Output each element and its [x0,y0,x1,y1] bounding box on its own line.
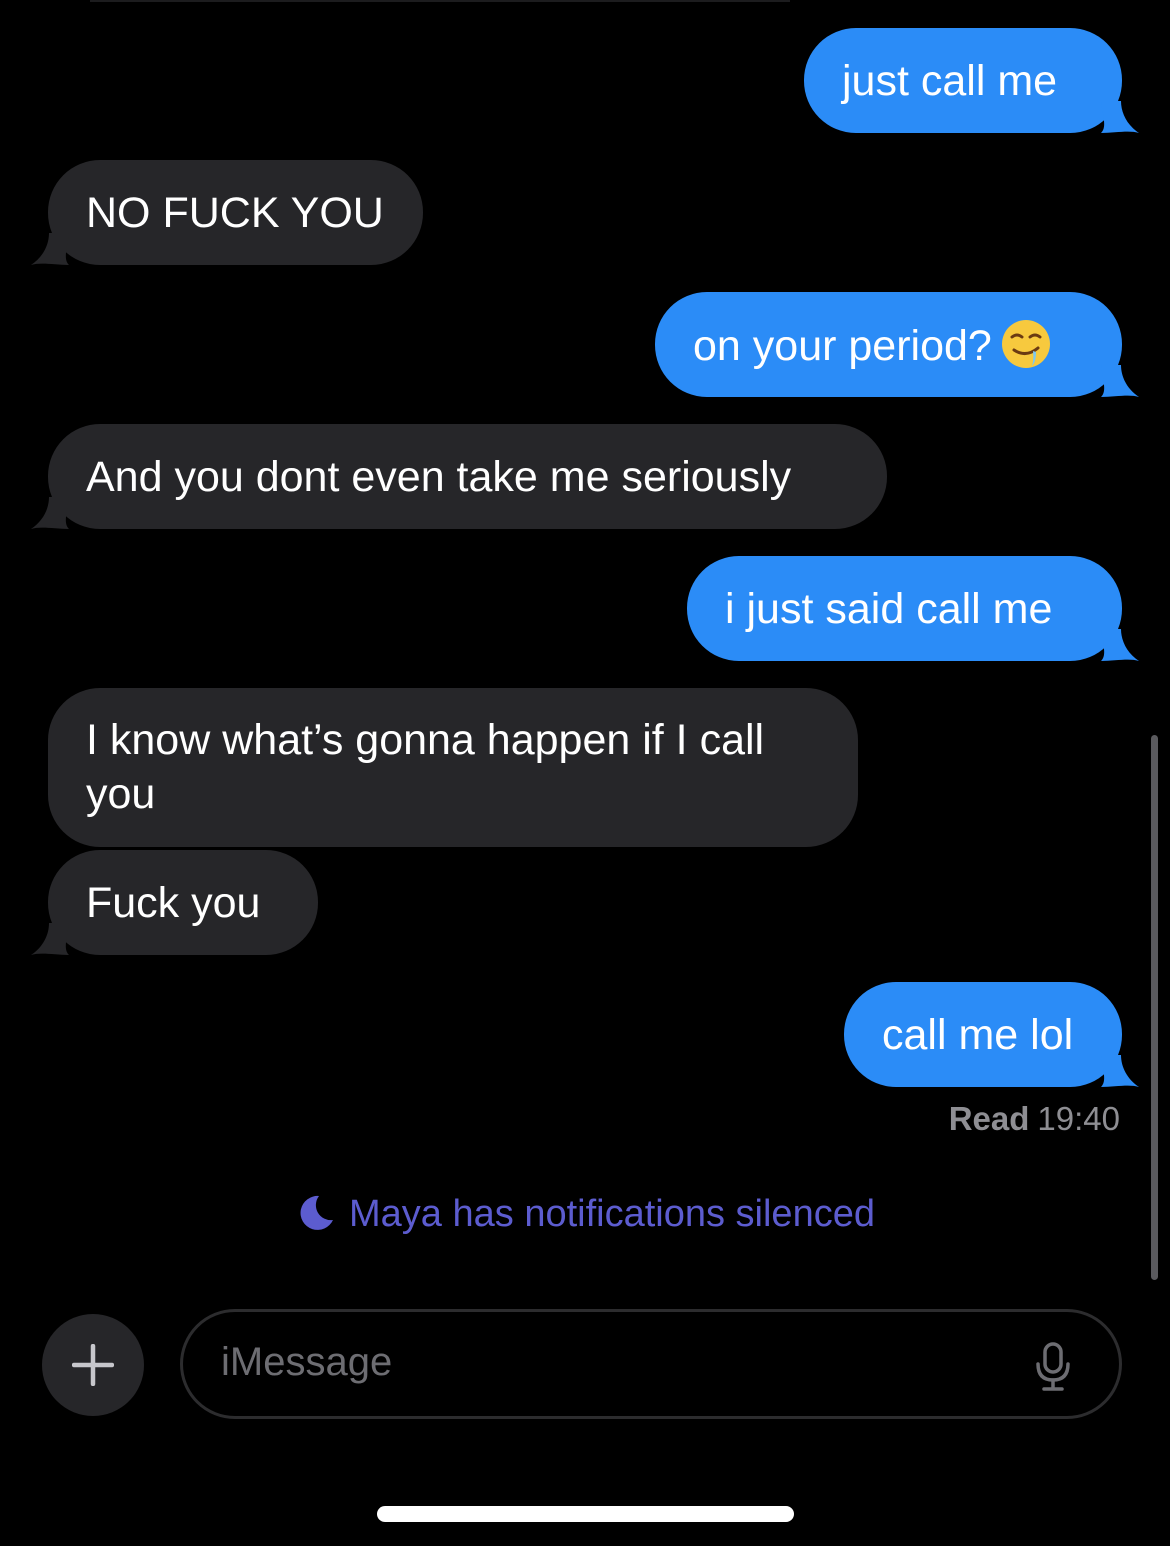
bubble-tail [31,233,69,265]
add-attachment-button[interactable] [42,1314,144,1416]
message-text: just call me [842,57,1058,105]
message-text: call me lol [882,1011,1074,1059]
microphone-icon[interactable] [1033,1342,1073,1392]
bubble-tail [1101,629,1139,661]
message-bubble-incoming[interactable]: Fuck you [31,850,318,955]
plus-icon [72,1344,114,1386]
message-text: Fuck you [86,879,261,927]
bubble-tail [1101,101,1139,133]
message-bubble-incoming[interactable]: I know what’s gonna happen if I call you [48,688,858,847]
message-bubble-outgoing[interactable]: on your period? [655,292,1139,397]
notifications-silenced-notice: Maya has notifications silenced [0,1192,1170,1236]
bubble-tail [1101,1055,1139,1087]
read-receipt-time: 19:40 [1037,1100,1120,1137]
drooling-face-emoji [1001,320,1050,368]
message-bubble-outgoing[interactable]: call me lol [844,982,1139,1087]
bubble-tail [1101,365,1139,397]
read-receipt-label: Read [948,1100,1030,1137]
message-bubble-outgoing[interactable]: i just said call me [687,556,1139,661]
message-text: And you dont even take me seriously [86,453,792,501]
notifications-silenced-text: Maya has notifications silenced [349,1193,875,1235]
message-text: i just said call me [725,585,1053,633]
bubble-tail [31,497,69,529]
message-text: on your period? [693,322,992,370]
message-input-placeholder: iMessage [221,1340,393,1384]
message-input[interactable]: iMessage [180,1309,1122,1419]
message-text: NO FUCK YOU [86,189,384,237]
moon-icon [300,1195,334,1230]
scrollbar[interactable] [1151,735,1158,1280]
bubble-tail [31,923,69,955]
read-receipt: Read 19:40 [949,1100,1120,1138]
top-divider [90,0,790,2]
home-indicator[interactable] [377,1506,794,1522]
message-bubble-outgoing[interactable]: just call me [804,28,1139,133]
message-bubble-incoming[interactable]: NO FUCK YOU [31,160,423,265]
message-bubble-incoming[interactable]: And you dont even take me seriously [31,424,887,529]
message-text: I know what’s gonna happen if I call you [86,716,765,818]
